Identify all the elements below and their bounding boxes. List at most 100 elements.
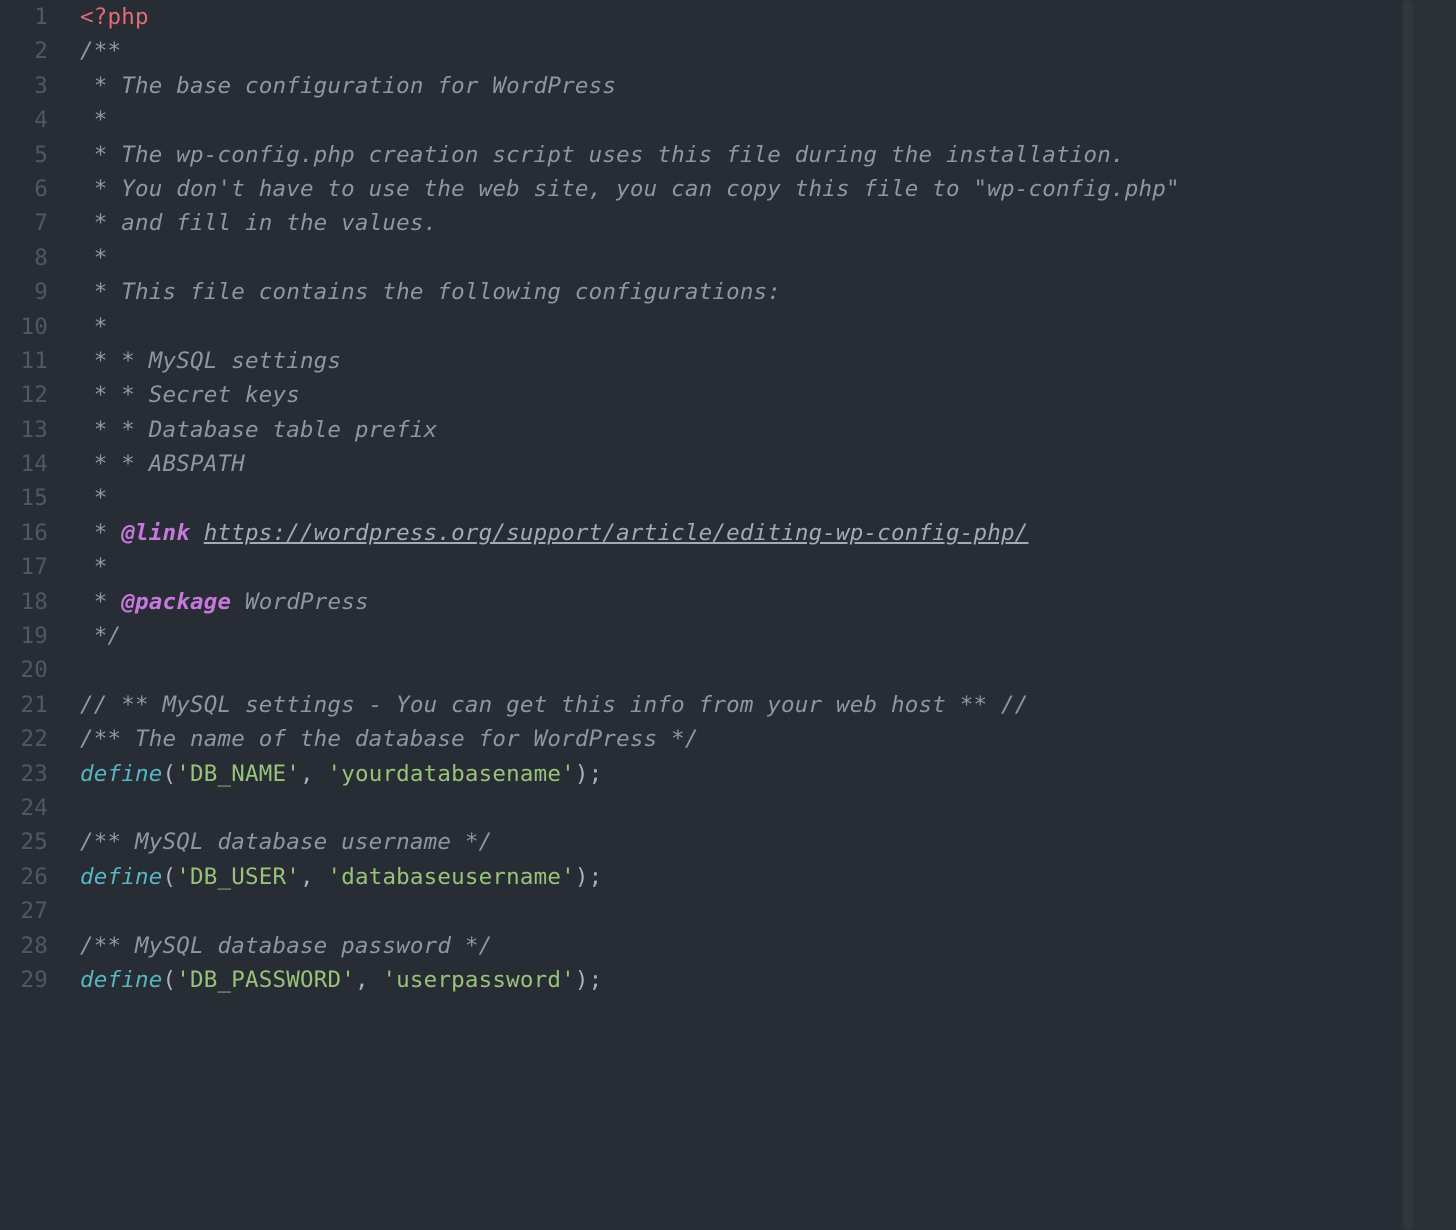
code-line[interactable]: // ** MySQL settings - You can get this …	[80, 688, 1401, 722]
code-editor[interactable]: 1234567891011121314151617181920212223242…	[0, 0, 1456, 1230]
line-number: 13	[0, 413, 48, 447]
code-token: *	[80, 245, 108, 271]
code-token: );	[575, 761, 603, 787]
line-number: 14	[0, 447, 48, 481]
code-token: 'DB_USER'	[176, 864, 300, 890]
code-token: *	[80, 314, 108, 340]
line-number: 23	[0, 757, 48, 791]
code-line[interactable]	[80, 653, 1401, 687]
code-token: 'DB_NAME'	[176, 761, 300, 787]
code-line[interactable]: /** MySQL database username */	[80, 825, 1401, 859]
code-token: /** The name of the database for WordPre…	[80, 726, 699, 752]
code-line[interactable]: /**	[80, 34, 1401, 68]
line-number: 3	[0, 69, 48, 103]
code-token: );	[575, 864, 603, 890]
code-line[interactable]: <?php	[80, 0, 1401, 34]
code-token	[190, 520, 204, 546]
line-number: 4	[0, 103, 48, 137]
code-line[interactable]: define('DB_PASSWORD', 'userpassword');	[80, 963, 1401, 997]
code-token: *	[80, 107, 108, 133]
line-number: 20	[0, 653, 48, 687]
code-token: (	[162, 761, 176, 787]
line-number: 28	[0, 929, 48, 963]
code-line[interactable]: * * MySQL settings	[80, 344, 1401, 378]
code-token: /**	[80, 38, 121, 64]
vertical-scrollbar[interactable]	[1401, 0, 1456, 1230]
code-line[interactable]: */	[80, 619, 1401, 653]
code-token: @link	[121, 520, 190, 546]
code-line[interactable]: * * ABSPATH	[80, 447, 1401, 481]
line-number: 21	[0, 688, 48, 722]
code-line[interactable]: * * Secret keys	[80, 378, 1401, 412]
line-number: 29	[0, 963, 48, 997]
line-number: 22	[0, 722, 48, 756]
line-number: 1	[0, 0, 48, 34]
code-token: *	[80, 554, 108, 580]
code-line[interactable]: /** The name of the database for WordPre…	[80, 722, 1401, 756]
code-token: ,	[355, 967, 383, 993]
line-number-gutter: 1234567891011121314151617181920212223242…	[0, 0, 62, 1230]
code-line[interactable]: * This file contains the following confi…	[80, 275, 1401, 309]
line-number: 17	[0, 550, 48, 584]
code-token: 'yourdatabasename'	[327, 761, 574, 787]
code-line[interactable]: *	[80, 103, 1401, 137]
code-token: * You don't have to use the web site, yo…	[80, 176, 1180, 202]
line-number: 16	[0, 516, 48, 550]
code-line[interactable]: *	[80, 310, 1401, 344]
code-token: * and fill in the values.	[80, 210, 437, 236]
line-number: 9	[0, 275, 48, 309]
code-token: );	[575, 967, 603, 993]
code-line[interactable]: * You don't have to use the web site, yo…	[80, 172, 1401, 206]
code-token: * * Secret keys	[80, 382, 300, 408]
code-line[interactable]: * @package WordPress	[80, 585, 1401, 619]
code-token: * * MySQL settings	[80, 348, 341, 374]
line-number: 15	[0, 481, 48, 515]
line-number: 12	[0, 378, 48, 412]
code-token: * * ABSPATH	[80, 451, 245, 477]
line-number: 8	[0, 241, 48, 275]
code-token: *	[80, 485, 108, 511]
line-number: 18	[0, 585, 48, 619]
code-token: *	[80, 589, 121, 615]
line-number: 5	[0, 138, 48, 172]
code-token: (	[162, 967, 176, 993]
line-number: 25	[0, 825, 48, 859]
code-token: WordPress	[231, 589, 368, 615]
line-number: 2	[0, 34, 48, 68]
code-token: https://wordpress.org/support/article/ed…	[204, 520, 1029, 546]
code-line[interactable]	[80, 894, 1401, 928]
code-line[interactable]: define('DB_USER', 'databaseusername');	[80, 860, 1401, 894]
code-line[interactable]: *	[80, 550, 1401, 584]
code-token: 'userpassword'	[382, 967, 574, 993]
code-token: /** MySQL database username */	[80, 829, 492, 855]
code-line[interactable]: * @link https://wordpress.org/support/ar…	[80, 516, 1401, 550]
code-content[interactable]: <?php /** * The base configuration for Wo…	[62, 0, 1401, 1230]
code-token: * The base configuration for WordPress	[80, 73, 616, 99]
code-line[interactable]: *	[80, 481, 1401, 515]
line-number: 26	[0, 860, 48, 894]
code-token: define	[80, 864, 162, 890]
code-token: * This file contains the following confi…	[80, 279, 781, 305]
code-line[interactable]: define('DB_NAME', 'yourdatabasename');	[80, 757, 1401, 791]
code-token: define	[80, 761, 162, 787]
line-number: 27	[0, 894, 48, 928]
scrollbar-thumb[interactable]	[1403, 0, 1413, 1230]
code-line[interactable]: *	[80, 241, 1401, 275]
code-token: // ** MySQL settings - You can get this …	[80, 692, 1028, 718]
code-token: ,	[300, 761, 328, 787]
line-number: 11	[0, 344, 48, 378]
code-token: @package	[121, 589, 231, 615]
line-number: 24	[0, 791, 48, 825]
code-token: */	[80, 623, 121, 649]
code-line[interactable]: * The wp-config.php creation script uses…	[80, 138, 1401, 172]
code-token: ,	[300, 864, 328, 890]
code-token: define	[80, 967, 162, 993]
code-token: (	[162, 864, 176, 890]
code-line[interactable]: /** MySQL database password */	[80, 929, 1401, 963]
code-line[interactable]: * * Database table prefix	[80, 413, 1401, 447]
code-line[interactable]	[80, 791, 1401, 825]
line-number: 10	[0, 310, 48, 344]
code-token: 'DB_PASSWORD'	[176, 967, 355, 993]
code-line[interactable]: * The base configuration for WordPress	[80, 69, 1401, 103]
code-line[interactable]: * and fill in the values.	[80, 206, 1401, 240]
